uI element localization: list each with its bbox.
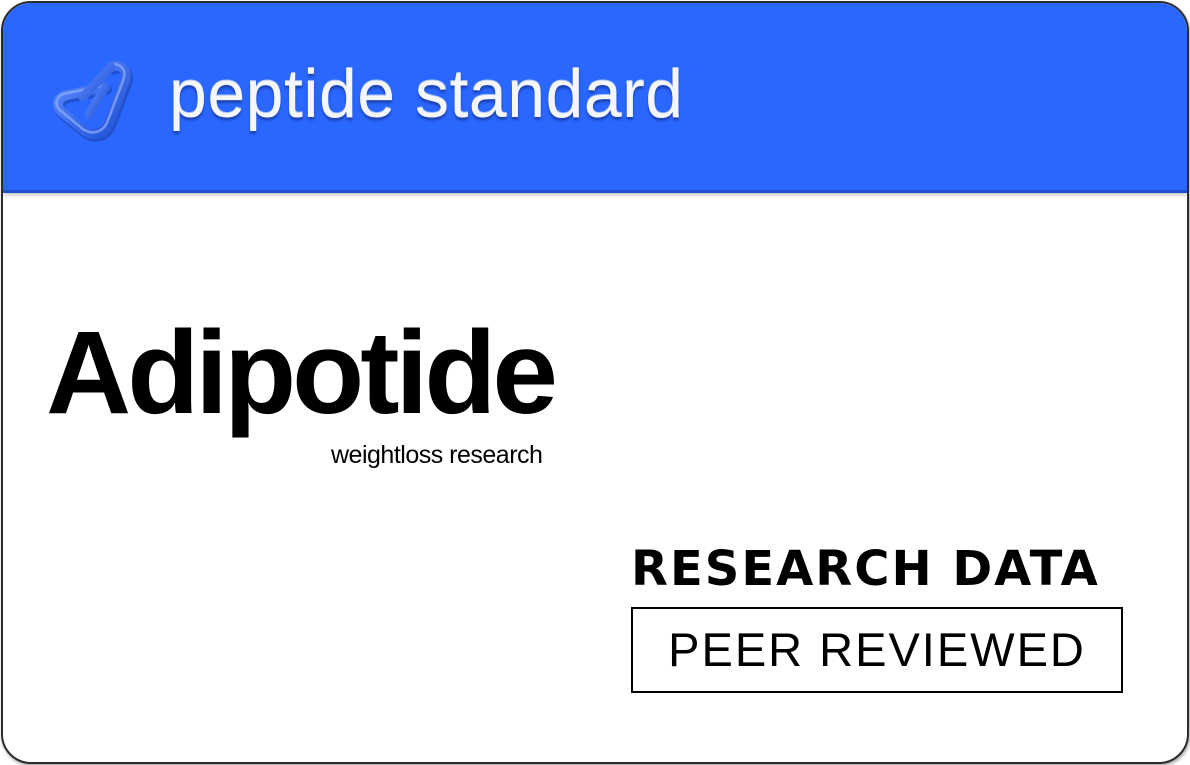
triangular-knot-icon	[53, 60, 133, 142]
peer-reviewed-badge: PEER REVIEWED	[631, 607, 1123, 693]
product-name: Adipotide	[46, 307, 558, 439]
research-data-heading: RESEARCH DATA	[631, 541, 1100, 597]
brand-name: peptide standard	[169, 56, 684, 132]
peer-reviewed-label: PEER REVIEWED	[668, 623, 1086, 676]
product-subtitle: weightloss research	[331, 441, 543, 469]
brand-header: peptide standard	[3, 3, 1187, 193]
product-label-card: peptide standard Adipotide weightloss re…	[1, 1, 1189, 764]
